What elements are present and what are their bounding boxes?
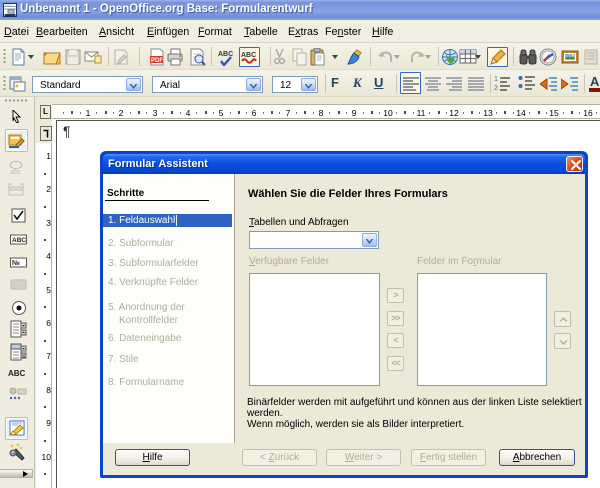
svg-text:abc: abc: [10, 169, 22, 176]
svg-text:№: №: [12, 259, 20, 267]
svg-text:2: 2: [494, 85, 498, 92]
svg-text:PDF: PDF: [151, 58, 163, 64]
svg-text:ABC: ABC: [241, 52, 256, 59]
svg-text:ABC: ABC: [12, 237, 26, 244]
svg-text:1: 1: [494, 76, 498, 83]
